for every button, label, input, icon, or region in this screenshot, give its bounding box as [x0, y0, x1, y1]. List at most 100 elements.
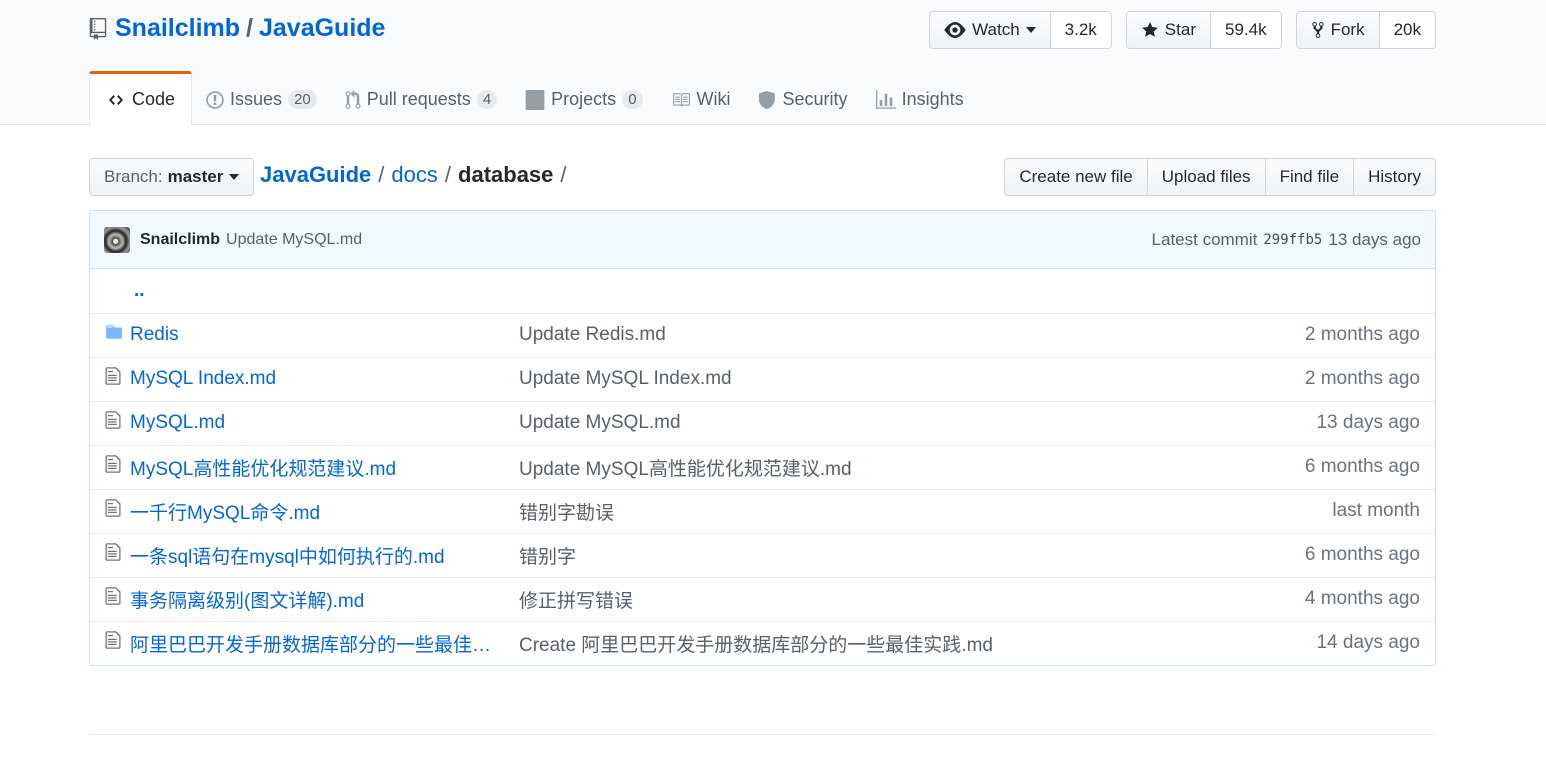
table-row: MySQL Index.md Update MySQL Index.md 2 mon…	[90, 357, 1435, 401]
file-commit-message-link[interactable]: 错别字勘误	[519, 503, 614, 524]
tab-projects-label: Projects	[551, 89, 617, 109]
star-label: Star	[1164, 20, 1196, 39]
star-count[interactable]: 59.4k	[1210, 12, 1281, 48]
file-age: 13 days ago	[1316, 412, 1420, 433]
file-age: 6 months ago	[1304, 456, 1420, 477]
repo-title: Snailclimb / JavaGuide	[89, 14, 385, 43]
file-name-link[interactable]: 阿里巴巴开发手册数据库部分的一些最佳…	[130, 630, 491, 657]
file-age: 2 months ago	[1304, 368, 1420, 389]
file-commit-message-link[interactable]: Update MySQL Index.md	[519, 368, 732, 389]
tab-wiki-label: Wiki	[696, 89, 731, 109]
branch-value: master	[167, 167, 224, 186]
project-icon	[525, 89, 545, 110]
tab-security-label: Security	[782, 89, 848, 109]
branch-label: Branch:	[104, 167, 163, 186]
repo-icon	[89, 17, 107, 40]
table-row: MySQL.md Update MySQL.md 13 days ago	[90, 401, 1435, 445]
avatar[interactable]	[104, 226, 130, 253]
fork-count[interactable]: 20k	[1379, 12, 1435, 48]
tab-issues[interactable]: Issues 20	[192, 71, 331, 125]
table-row: 一条sql语句在mysql中如何执行的.md 错别字 6 months ago	[90, 533, 1435, 577]
tab-security[interactable]: Security	[745, 71, 862, 125]
commit-meta: Latest commit 299ffb5 13 days ago	[1152, 230, 1421, 250]
file-age: last month	[1332, 500, 1420, 521]
fork-group: Fork 20k	[1295, 11, 1436, 49]
history-button[interactable]: History	[1354, 159, 1435, 195]
file-name-link[interactable]: MySQL高性能优化规范建议.md	[130, 454, 396, 481]
file-age: 4 months ago	[1304, 588, 1420, 609]
file-icon	[104, 455, 122, 479]
file-commit-message-link[interactable]: 修正拼写错误	[519, 591, 633, 612]
file-age: 2 months ago	[1304, 324, 1420, 345]
table-row: 一千行MySQL命令.md 错别字勘误 last month	[90, 489, 1435, 533]
graph-icon	[875, 89, 896, 110]
create-new-file-button[interactable]: Create new file	[1005, 159, 1148, 195]
table-row: Redis Update Redis.md 2 months ago	[90, 313, 1435, 357]
fork-label: Fork	[1330, 20, 1365, 39]
file-icon	[104, 631, 122, 655]
latest-commit-label: Latest commit	[1151, 229, 1258, 249]
breadcrumb-repo-link[interactable]: JavaGuide	[260, 162, 371, 188]
tab-code[interactable]: Code	[89, 71, 193, 126]
upload-files-button[interactable]: Upload files	[1147, 159, 1266, 195]
file-commit-message-link[interactable]: Update MySQL高性能优化规范建议.md	[519, 459, 852, 480]
parent-directory-link[interactable]: ..	[90, 280, 145, 301]
file-age: 14 days ago	[1316, 632, 1420, 654]
star-group: Star 59.4k	[1125, 11, 1282, 49]
watch-label: Watch	[972, 20, 1020, 39]
breadcrumb-current: database	[458, 162, 554, 187]
commit-message-link[interactable]: Update MySQL.md	[226, 231, 362, 249]
file-name-link[interactable]: MySQL Index.md	[130, 368, 276, 390]
file-icon	[104, 367, 122, 391]
file-list: Snailclimb Update MySQL.md Latest commit…	[89, 210, 1436, 666]
repo-nav: Code Issues 20 Pull requests 4 Projects …	[89, 71, 978, 126]
book-icon	[671, 91, 691, 109]
tab-insights[interactable]: Insights	[862, 71, 978, 125]
commit-author-link[interactable]: Snailclimb	[140, 231, 220, 249]
latest-commit-bar: Snailclimb Update MySQL.md Latest commit…	[90, 211, 1435, 269]
eye-icon	[944, 22, 966, 38]
folder-icon	[104, 325, 124, 346]
file-commit-message-link[interactable]: Update MySQL.md	[519, 412, 681, 433]
repo-header: Snailclimb / JavaGuide Watch 3.2k Star 5…	[0, 0, 1546, 126]
tab-code-label: Code	[132, 89, 176, 109]
issue-icon	[206, 90, 224, 110]
file-actions: Create new file Upload files Find file H…	[1004, 158, 1436, 196]
file-commit-message-link[interactable]: Create 阿里巴巴开发手册数据库部分的一些最佳实践.md	[519, 635, 993, 656]
breadcrumb-docs-link[interactable]: docs	[391, 162, 437, 188]
branch-select-button[interactable]: Branch: master	[89, 158, 255, 196]
star-button[interactable]: Star	[1126, 12, 1211, 48]
commit-sha-link[interactable]: 299ffb5	[1263, 232, 1322, 248]
breadcrumb-separator: /	[378, 162, 385, 187]
file-name-link[interactable]: 一千行MySQL命令.md	[130, 498, 320, 525]
table-row: 事务隔离级别(图文详解).md 修正拼写错误 4 months ago	[90, 577, 1435, 621]
file-name-link[interactable]: MySQL.md	[130, 412, 225, 434]
pull-requests-counter: 4	[476, 90, 498, 109]
table-row: MySQL高性能优化规范建议.md Update MySQL高性能优化规范建议.m…	[90, 445, 1435, 489]
file-commit-message-link[interactable]: 错别字	[519, 547, 576, 568]
repo-owner-link[interactable]: Snailclimb	[115, 14, 240, 43]
tab-projects[interactable]: Projects 0	[511, 71, 656, 125]
file-name-link[interactable]: 事务隔离级别(图文详解).md	[130, 586, 364, 613]
commit-age: 13 days ago	[1328, 229, 1421, 249]
file-icon	[104, 411, 122, 435]
table-row: 阿里巴巴开发手册数据库部分的一些最佳… Create 阿里巴巴开发手册数据库部分的…	[90, 621, 1435, 665]
pull-request-icon	[345, 89, 361, 110]
code-icon	[106, 92, 126, 108]
watch-button[interactable]: Watch	[930, 12, 1051, 48]
repo-actions: Watch 3.2k Star 59.4k Fork 20k	[929, 11, 1436, 49]
fork-button[interactable]: Fork	[1296, 12, 1380, 48]
find-file-button[interactable]: Find file	[1265, 159, 1355, 195]
file-name-link[interactable]: 一条sql语句在mysql中如何执行的.md	[130, 542, 445, 569]
tab-insights-label: Insights	[901, 89, 964, 109]
chevron-down-icon	[1025, 27, 1036, 33]
watch-count[interactable]: 3.2k	[1050, 12, 1111, 48]
watch-group: Watch 3.2k	[929, 11, 1112, 49]
repo-name-link[interactable]: JavaGuide	[259, 14, 385, 43]
tab-wiki[interactable]: Wiki	[657, 71, 745, 125]
file-name-link[interactable]: Redis	[130, 324, 179, 346]
breadcrumb: JavaGuide / docs / database /	[260, 162, 574, 188]
file-commit-message-link[interactable]: Update Redis.md	[519, 324, 666, 345]
tab-pull-requests[interactable]: Pull requests 4	[331, 71, 511, 125]
file-icon	[104, 543, 122, 567]
